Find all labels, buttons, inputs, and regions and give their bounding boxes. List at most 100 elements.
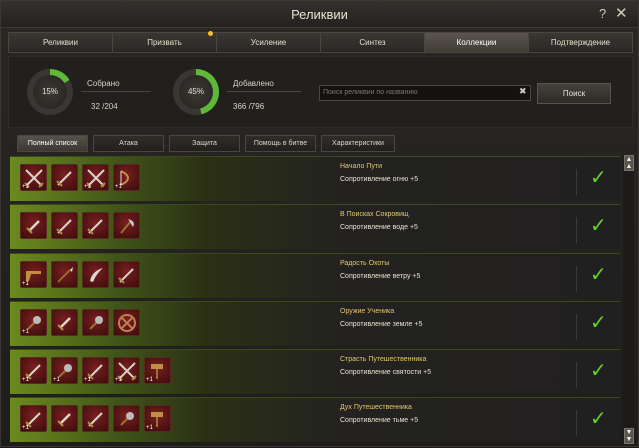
collection-name: Оружие Ученика <box>340 308 395 315</box>
collection-row[interactable]: +1 Оружие Ученика Сопротивление земле +5 ✓ <box>10 301 620 346</box>
collection-row[interactable]: +1 +1 +1 Начало Пути Сопротивление огню +5 ✓ <box>10 156 620 201</box>
relic-slot[interactable]: +1 <box>113 164 140 191</box>
scroll-down-icon[interactable]: ▼ ▼ <box>624 428 634 444</box>
collection-effect: Сопротивление ветру +5 <box>340 273 421 280</box>
added-percent: 45% <box>179 75 213 109</box>
collected-divider <box>81 91 151 92</box>
completed-check-icon: ✓ <box>590 264 607 286</box>
relic-slot[interactable] <box>113 212 140 239</box>
added-progress-ring: 45% <box>173 69 219 115</box>
tab-synthesis[interactable]: Синтез <box>320 32 424 53</box>
relic-slot[interactable]: +1 <box>82 357 109 384</box>
tab-confirmation[interactable]: Подтверждение <box>528 32 633 53</box>
sword-icon <box>56 219 72 235</box>
relic-slot[interactable] <box>113 309 140 336</box>
relic-slot[interactable] <box>82 309 109 336</box>
mace-icon <box>120 412 134 426</box>
axe-icon <box>120 219 134 234</box>
collection-row[interactable]: +1 +1 +1 +1 +1 Страсть Путешественника Сопроти… <box>10 349 620 394</box>
collection-name: В Поисках Сокровищ <box>340 211 409 218</box>
relic-slot[interactable]: +1 <box>144 405 171 432</box>
collection-effect: Сопротивление святости +5 <box>340 369 432 376</box>
collection-effect: Сопротивление воде +5 <box>340 224 418 231</box>
help-button[interactable]: ? <box>599 6 606 21</box>
tab-summon[interactable]: Призвать <box>112 31 216 53</box>
relic-slot[interactable] <box>51 212 78 239</box>
collection-name: Дух Путешественника <box>340 404 412 411</box>
relic-level-label: +1 <box>84 184 91 190</box>
relic-level-label: +1 <box>53 377 60 383</box>
relic-slot[interactable]: +1 <box>20 309 47 336</box>
dagger-icon <box>57 413 71 427</box>
search-button[interactable]: Поиск <box>537 83 611 104</box>
relic-level-label: +1 <box>22 184 29 190</box>
relic-slot[interactable]: +1 <box>51 357 78 384</box>
relic-slot[interactable]: +1 <box>20 164 47 191</box>
scroll-up-icon[interactable]: ▲ ▲ <box>624 155 634 171</box>
row-divider <box>576 410 577 436</box>
relic-slot[interactable] <box>82 405 109 432</box>
filter-defense[interactable]: Защита <box>169 135 240 152</box>
title-bar: Реликвии ? ✕ <box>1 1 638 28</box>
filter-full-list[interactable]: Полный список <box>17 135 88 152</box>
spear-icon <box>57 267 73 283</box>
close-button[interactable]: ✕ <box>615 4 628 22</box>
tab-bar: Реликвии Призвать Усиление Синтез Коллек… <box>8 31 633 53</box>
notification-dot-icon <box>208 31 213 36</box>
collection-name: Начало Пути <box>340 163 382 170</box>
relic-slot[interactable] <box>113 261 140 288</box>
completed-check-icon: ✓ <box>590 360 607 382</box>
row-divider <box>576 362 577 388</box>
relic-slot[interactable] <box>82 261 109 288</box>
relics-window: Реликвии ? ✕ Реликвии Призвать Усиление … <box>0 0 639 447</box>
relic-slot[interactable] <box>113 405 140 432</box>
relic-level-label: +1 <box>22 329 29 335</box>
relic-slot[interactable] <box>82 212 109 239</box>
relic-slot[interactable] <box>51 261 78 288</box>
clear-search-icon[interactable]: ✖ <box>519 86 527 97</box>
relic-slot[interactable] <box>51 164 78 191</box>
completed-check-icon: ✓ <box>590 215 607 237</box>
relic-slot[interactable]: +1 <box>20 405 47 432</box>
row-divider <box>576 169 577 195</box>
collection-name: Радость Охоты <box>340 260 390 267</box>
relic-level-label: +1 <box>146 377 153 383</box>
collected-percent: 15% <box>33 75 67 109</box>
collection-effect: Сопротивление тьме +5 <box>340 417 419 424</box>
relic-slot[interactable]: +1 <box>20 261 47 288</box>
scrollbar[interactable] <box>623 156 634 444</box>
tab-relics[interactable]: Реликвии <box>8 32 112 53</box>
collected-label: Собрано <box>87 79 120 88</box>
filter-battle-help[interactable]: Помощь в битве <box>245 135 316 152</box>
collection-list: +1 +1 +1 Начало Пути Сопротивление огню +5 ✓ В… <box>10 156 620 448</box>
collection-row[interactable]: +1 Радость Охоты Сопротивление ветру +5 ✓ <box>10 253 620 298</box>
dagger-icon <box>57 317 71 331</box>
row-divider <box>576 314 577 340</box>
collected-count: 32 /204 <box>91 102 118 111</box>
relic-level-label: +1 <box>115 377 122 383</box>
added-divider <box>227 91 301 92</box>
search-input[interactable]: Поиск реликвии по названию <box>319 85 531 101</box>
shield-icon <box>118 314 136 332</box>
row-divider <box>576 266 577 292</box>
relic-level-label: +1 <box>146 425 153 431</box>
relic-slot[interactable]: +1 <box>82 164 109 191</box>
filter-attack[interactable]: Атака <box>93 135 164 152</box>
sword-icon <box>87 412 103 428</box>
relic-slot[interactable] <box>51 405 78 432</box>
completed-check-icon: ✓ <box>590 312 607 334</box>
collection-row[interactable]: В Поисках Сокровищ Сопротивление воде +5 ✓ <box>10 204 620 249</box>
relic-slot[interactable] <box>51 309 78 336</box>
tab-enhance[interactable]: Усиление <box>216 32 320 53</box>
collection-name: Страсть Путешественника <box>340 356 427 363</box>
relic-level-label: +1 <box>115 184 122 190</box>
tab-collections[interactable]: Коллекции <box>424 32 528 53</box>
scimitar-icon <box>90 268 103 282</box>
relic-slot[interactable]: +1 <box>113 357 140 384</box>
filter-stats[interactable]: Характеристики <box>321 135 395 152</box>
relic-slot[interactable] <box>20 212 47 239</box>
collection-row[interactable]: +1 +1 Дух Путешественника Сопротивление тьм… <box>10 397 620 442</box>
relic-slot[interactable]: +1 <box>20 357 47 384</box>
added-count: 366 /796 <box>233 102 265 111</box>
relic-slot[interactable]: +1 <box>144 357 171 384</box>
